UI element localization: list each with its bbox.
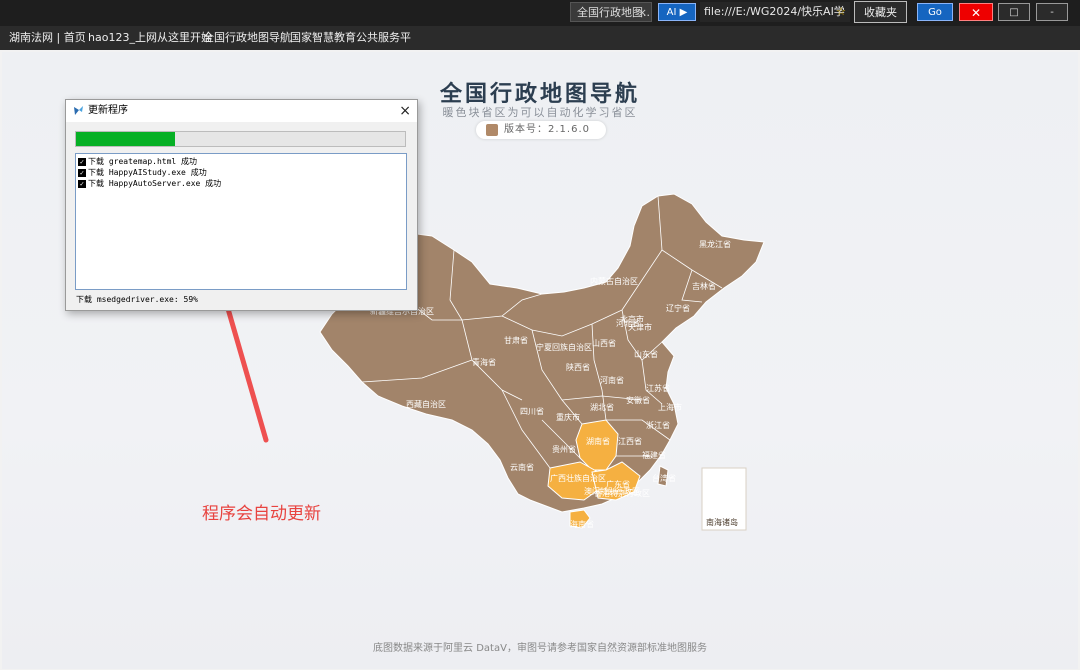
download-status: 下载 msedgedriver.exe: 59% xyxy=(76,295,198,304)
map-label[interactable]: 山西省 xyxy=(592,338,616,348)
map-label[interactable]: 河北省 xyxy=(616,318,640,328)
map-label[interactable]: 海南省 xyxy=(570,519,594,529)
map-label[interactable]: 贵州省 xyxy=(552,444,576,454)
map-label[interactable]: 安徽省 xyxy=(626,395,650,405)
map-label[interactable]: 陕西省 xyxy=(566,362,590,372)
map-label[interactable]: 河南省 xyxy=(600,375,624,385)
go-button[interactable]: Go xyxy=(917,3,953,21)
bookmarks-bar: 湖南法网 | 首页 hao123_上网从这里开始 全国行政地图导航 国家智慧教育… xyxy=(0,26,1080,50)
map-label[interactable]: 湖北省 xyxy=(590,402,614,412)
map-label[interactable]: 南海诸岛 xyxy=(706,517,738,527)
update-dialog: 更新程序 × ✓ 下载 greatemap.html 成功 ✓ 下载 HappyAI… xyxy=(65,99,418,311)
bookmark-item[interactable]: 湖南法网 | 首页 xyxy=(9,26,86,50)
url-text: file:///E:/WG2024/快乐AI学 xyxy=(704,5,845,18)
map-label[interactable]: 内蒙古自治区 xyxy=(590,276,638,286)
map-label[interactable]: 甘肃省 xyxy=(504,335,528,345)
map-label[interactable]: 辽宁省 xyxy=(666,303,690,313)
tab-close-icon[interactable]: × xyxy=(638,3,647,21)
ai-button[interactable]: AI ▶ xyxy=(658,3,696,21)
progress-fill xyxy=(76,132,175,146)
dialog-titlebar[interactable]: 更新程序 × xyxy=(66,100,417,122)
log-item[interactable]: ✓ 下载 greatemap.html 成功 xyxy=(78,156,197,167)
log-text: 下载 HappyAutoServer.exe 成功 xyxy=(88,179,222,188)
map-label[interactable]: 江苏省 xyxy=(646,383,670,393)
map-label[interactable]: 宁夏回族自治区 xyxy=(536,342,592,352)
map-label[interactable]: 青海省 xyxy=(472,357,496,367)
log-text: 下载 greatemap.html 成功 xyxy=(88,157,198,166)
close-window-button[interactable]: ✕ xyxy=(959,3,993,21)
map-label[interactable]: 重庆市 xyxy=(556,412,580,422)
map-label[interactable]: 黑龙江省 xyxy=(699,239,731,249)
progress-bar xyxy=(75,131,406,147)
log-item[interactable]: ✓ 下载 HappyAIStudy.exe 成功 xyxy=(78,167,207,178)
log-text: 下载 HappyAIStudy.exe 成功 xyxy=(88,168,207,177)
annotation-text: 程序会自动更新 xyxy=(202,504,321,524)
browser-tab[interactable]: 全国行政地图... × xyxy=(570,2,652,22)
map-label[interactable]: 浙江省 xyxy=(646,420,670,430)
checkbox-checked-icon[interactable]: ✓ xyxy=(78,179,86,188)
bookmark-item[interactable]: 全国行政地图导航 xyxy=(203,26,291,50)
map-label[interactable]: 上海市 xyxy=(658,402,682,412)
bookmark-item[interactable]: 国家智慧教育公共服务平 xyxy=(290,26,411,50)
address-bar[interactable]: file:///E:/WG2024/快乐AI学 ☆ xyxy=(700,2,850,22)
log-item[interactable]: ✓ 下载 HappyAutoServer.exe 成功 xyxy=(78,178,221,189)
map-label[interactable]: 西藏自治区 xyxy=(406,399,446,409)
map-label[interactable]: 台湾省 xyxy=(652,473,676,483)
download-log-list[interactable]: ✓ 下载 greatemap.html 成功 ✓ 下载 HappyAIStudy.e… xyxy=(75,153,407,290)
browser-toolbar: 全国行政地图... × AI ▶ file:///E:/WG2024/快乐AI学… xyxy=(0,0,1080,26)
map-label[interactable]: 吉林省 xyxy=(692,281,716,291)
close-icon[interactable]: × xyxy=(399,100,411,122)
checkbox-checked-icon[interactable]: ✓ xyxy=(78,168,86,177)
map-label[interactable]: 广西壮族自治区 xyxy=(550,473,606,483)
dialog-title: 更新程序 xyxy=(88,105,128,116)
checkbox-checked-icon[interactable]: ✓ xyxy=(78,157,86,166)
favorites-button[interactable]: 收藏夹 xyxy=(854,1,907,23)
map-label[interactable]: 澳门特别行政区 xyxy=(584,486,640,496)
minimize-button[interactable]: - xyxy=(1036,3,1068,21)
map-label[interactable]: 山东省 xyxy=(634,349,658,359)
footer-text: 底图数据来源于阿里云 DataV，审图号请参考国家自然资源部标准地图服务 xyxy=(373,643,707,654)
star-icon[interactable]: ☆ xyxy=(836,2,846,22)
map-label[interactable]: 湖南省 xyxy=(586,436,610,446)
maximize-button[interactable]: □ xyxy=(998,3,1030,21)
map-label[interactable]: 福建省 xyxy=(642,450,666,460)
bookmark-item[interactable]: hao123_上网从这里开始 xyxy=(88,26,212,50)
map-label[interactable]: 江西省 xyxy=(618,436,642,446)
map-label[interactable]: 云南省 xyxy=(510,462,534,472)
update-app-icon xyxy=(74,106,83,115)
map-label[interactable]: 四川省 xyxy=(520,406,544,416)
